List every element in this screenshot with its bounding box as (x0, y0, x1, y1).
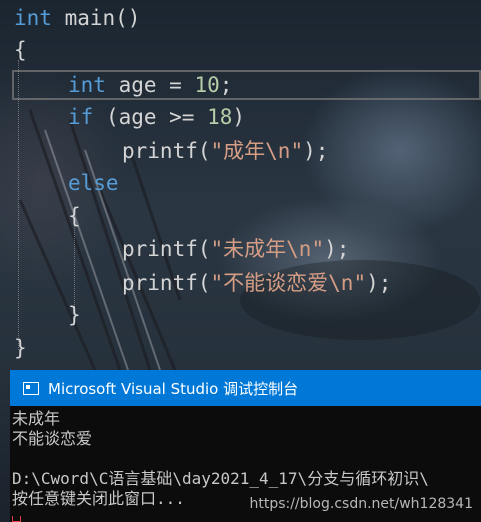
console-output-line: 未成年 (12, 409, 61, 428)
code-line-4: if (age >= 18) (14, 101, 245, 134)
code-line-3: int age = 10; (14, 69, 232, 102)
code-text: ); (366, 271, 392, 295)
code-text: ); (303, 139, 329, 163)
keyword-token: else (68, 171, 119, 195)
console-output-line: D:\Cword\C语言基础\day2021_4_17\分支与循环初识\ (12, 469, 429, 488)
console-output-line: 不能谈恋爱 (12, 429, 93, 448)
code-text: ) (232, 105, 246, 129)
debug-console-window[interactable]: Microsoft Visual Studio 调试控制台 未成年 不能谈恋爱 … (10, 370, 481, 522)
string-token: "不能谈恋爱\n" (210, 271, 367, 295)
console-cursor (12, 516, 21, 522)
function-token: printf( (122, 237, 211, 261)
keyword-token: int (14, 6, 52, 30)
code-text: ); (324, 237, 350, 261)
code-line-2: { (14, 38, 27, 62)
string-token: "未成年\n" (210, 237, 325, 261)
code-text: age = (105, 73, 195, 97)
keyword-token: if (68, 105, 94, 129)
code-line-10: } (68, 303, 81, 327)
console-output-line: 按任意键关闭此窗口... (12, 489, 185, 508)
console-titlebar[interactable]: Microsoft Visual Studio 调试控制台 (10, 370, 481, 406)
keyword-token: int (68, 73, 106, 97)
code-line-6: else (14, 167, 119, 200)
string-token: "成年\n" (210, 139, 304, 163)
function-token: printf( (122, 139, 211, 163)
code-editor[interactable]: int main() { int age = 10; if (age >= 18… (0, 0, 481, 370)
function-token: printf( (122, 271, 211, 295)
code-line-8: printf("未成年\n"); (14, 233, 349, 266)
console-app-icon (23, 381, 39, 395)
watermark-text: https://blog.csdn.net/wh128341 (249, 496, 473, 512)
code-line-9: printf("不能谈恋爱\n"); (14, 267, 391, 300)
code-line-7: { (68, 204, 81, 228)
screenshot: int main() { int age = 10; if (age >= 18… (0, 0, 481, 522)
number-token: 10 (194, 73, 220, 97)
code-line-1: int main() (14, 2, 140, 35)
code-line-5: printf("成年\n"); (14, 135, 328, 168)
code-text: ; (219, 73, 233, 97)
code-line-11: } (14, 336, 27, 360)
number-token: 18 (207, 105, 233, 129)
code-text: (age >= (93, 105, 208, 129)
console-title: Microsoft Visual Studio 调试控制台 (48, 379, 299, 398)
code-text: main() (51, 6, 141, 30)
